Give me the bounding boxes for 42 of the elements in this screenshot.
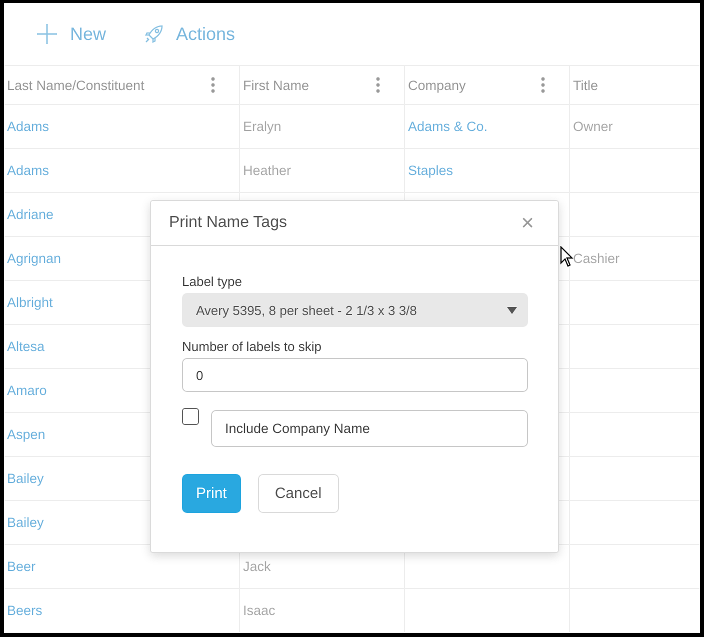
table-cell: Heather	[243, 163, 292, 178]
column-header[interactable]: Company	[405, 66, 570, 104]
table-link[interactable]: Beer	[7, 559, 36, 574]
column-header[interactable]: Title	[570, 66, 700, 104]
cancel-button[interactable]: Cancel	[258, 474, 339, 513]
plus-icon	[36, 23, 58, 45]
more-icon[interactable]	[211, 77, 215, 93]
table-link[interactable]: Agrignan	[7, 251, 62, 266]
table-link[interactable]: Albright	[7, 295, 53, 310]
toolbar-button[interactable]: Actions	[138, 20, 242, 48]
table-cell: Owner	[573, 119, 613, 134]
dropdown-arrow-icon	[507, 306, 517, 314]
table-cell: Jack	[243, 559, 271, 574]
table-link[interactable]: Aspen	[7, 427, 46, 442]
table-cell: Eralyn	[243, 119, 282, 134]
more-icon[interactable]	[541, 77, 545, 93]
field-label: Label type	[182, 274, 243, 289]
label-type-dropdown[interactable]: Avery 5395, 8 per sheet - 2 1/3 x 3 3/8	[182, 293, 528, 327]
checkbox[interactable]	[182, 408, 199, 425]
table-link[interactable]: Staples	[408, 163, 454, 178]
input-field[interactable]: 0	[182, 358, 528, 392]
table-link[interactable]: Beers	[7, 603, 42, 618]
print-button[interactable]: Print	[182, 474, 241, 513]
column-header[interactable]: Last Name/Constituent	[4, 66, 240, 104]
table-link[interactable]: Altesa	[7, 339, 45, 354]
table-cell: Isaac	[243, 603, 276, 618]
dialog-title: Print Name Tags	[169, 214, 287, 232]
checkbox-label[interactable]: Include Company Name	[211, 410, 528, 447]
table-link[interactable]: Adams	[7, 163, 50, 178]
column-header[interactable]: First Name	[240, 66, 405, 104]
table-link[interactable]: Adriane	[7, 207, 54, 222]
field-label: Number of labels to skip	[182, 339, 322, 354]
toolbar-button[interactable]: New	[30, 19, 112, 49]
table-link[interactable]: Adams & Co.	[408, 119, 488, 134]
table-link[interactable]: Bailey	[7, 471, 44, 486]
table-cell: Cashier	[573, 251, 620, 266]
close-button[interactable]: ×	[517, 212, 538, 234]
rocket-icon	[144, 24, 164, 44]
more-icon[interactable]	[376, 77, 380, 93]
table-link[interactable]: Amaro	[7, 383, 47, 398]
table-link[interactable]: Adams	[7, 119, 50, 134]
table-link[interactable]: Bailey	[7, 515, 44, 530]
